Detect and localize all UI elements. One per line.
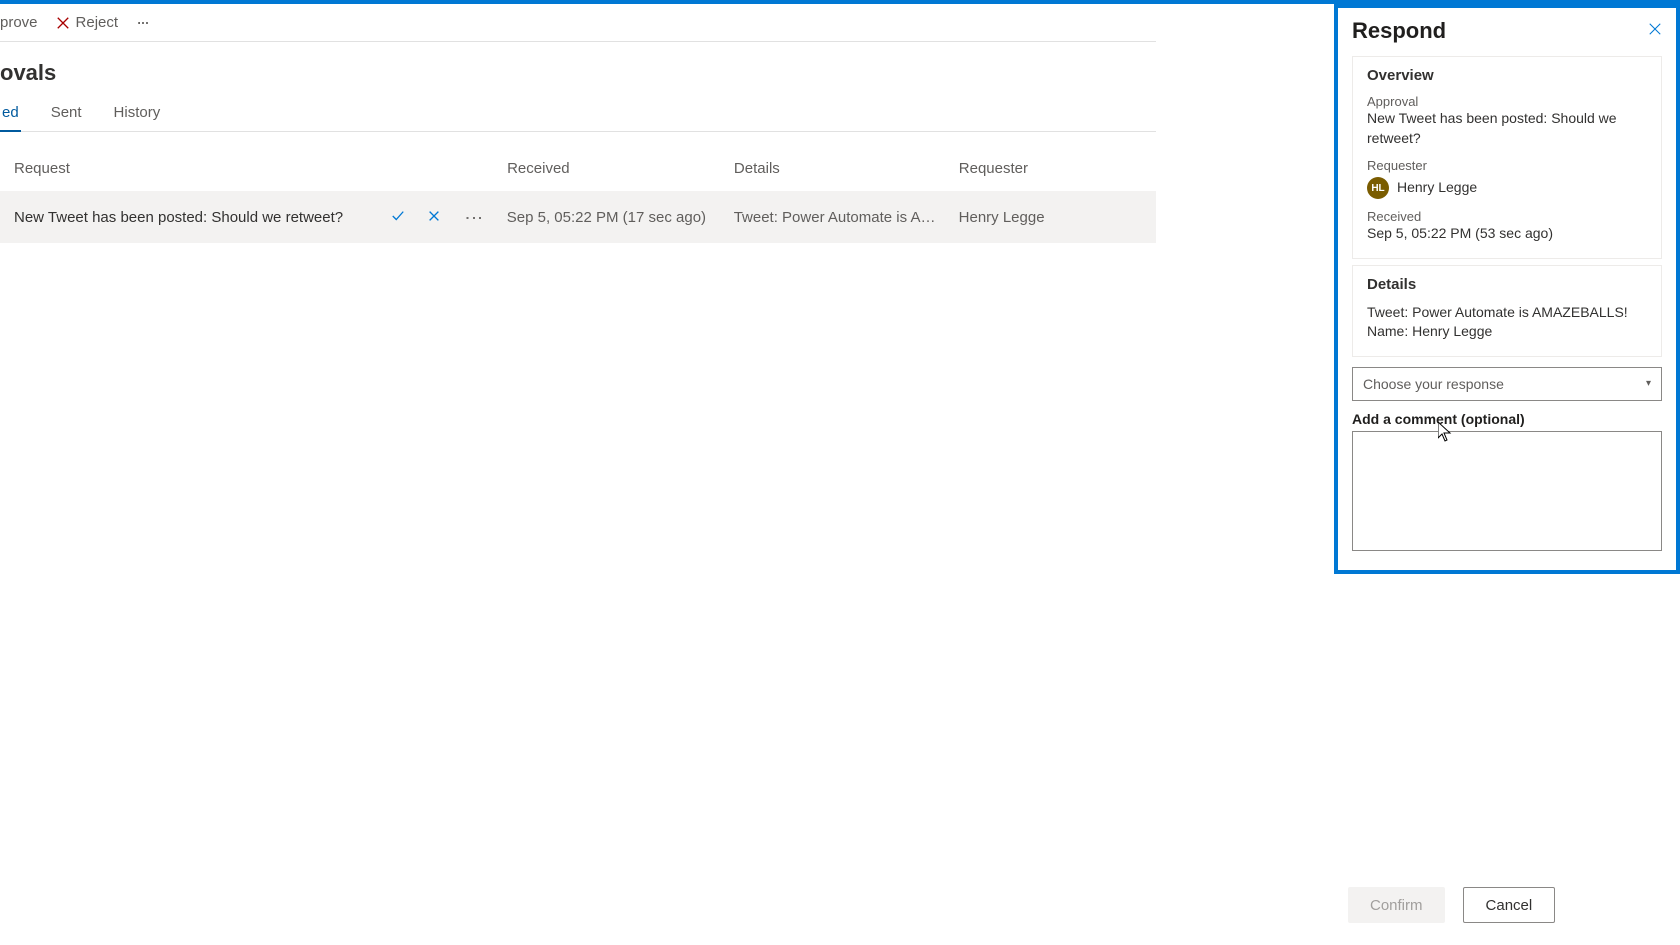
tab-sent[interactable]: Sent xyxy=(49,104,84,131)
chevron-down-icon: ▾ xyxy=(1646,378,1651,389)
response-placeholder: Choose your response xyxy=(1363,376,1504,392)
row-actions: ⋮ xyxy=(391,209,507,225)
approval-value: New Tweet has been posted: Should we ret… xyxy=(1367,109,1647,148)
confirm-button[interactable]: Confirm xyxy=(1348,887,1445,923)
check-icon[interactable] xyxy=(391,209,405,223)
more-icon: ··· xyxy=(136,12,148,33)
table-header: Request Received Details Requester xyxy=(0,132,1156,191)
more-actions-button[interactable]: ··· xyxy=(136,12,148,33)
approve-button[interactable]: prove xyxy=(0,14,38,31)
reject-button[interactable]: Reject xyxy=(56,14,119,31)
details-line2: Name: Henry Legge xyxy=(1367,322,1647,342)
x-icon[interactable] xyxy=(427,209,441,223)
tabs: ed Sent History xyxy=(0,104,1156,132)
avatar: HL xyxy=(1367,177,1389,199)
close-icon xyxy=(1648,22,1662,36)
close-icon xyxy=(56,16,70,30)
row-more-button[interactable]: ⋮ xyxy=(463,209,485,225)
panel-title: Respond xyxy=(1352,18,1446,44)
cell-request: New Tweet has been posted: Should we ret… xyxy=(0,209,507,226)
header-request: Request xyxy=(0,160,507,177)
header-requester: Requester xyxy=(959,160,1156,177)
cell-requester: Henry Legge xyxy=(959,209,1156,226)
details-card: Details Tweet: Power Automate is AMAZEBA… xyxy=(1352,265,1662,357)
requester-name: Henry Legge xyxy=(1397,178,1477,198)
toolbar: prove Reject ··· xyxy=(0,4,1156,42)
received-value: Sep 5, 05:22 PM (53 sec ago) xyxy=(1367,224,1647,244)
details-line1: Tweet: Power Automate is AMAZEBALLS! xyxy=(1367,303,1647,323)
overview-card: Overview Approval New Tweet has been pos… xyxy=(1352,56,1662,259)
header-received: Received xyxy=(507,160,734,177)
details-title: Details xyxy=(1367,276,1647,293)
respond-panel: Respond Overview Approval New Tweet has … xyxy=(1334,4,1680,945)
close-panel-button[interactable] xyxy=(1648,22,1662,41)
panel-footer: Confirm Cancel xyxy=(1334,871,1680,945)
request-text: New Tweet has been posted: Should we ret… xyxy=(0,209,391,226)
received-label: Received xyxy=(1367,209,1647,224)
response-dropdown[interactable]: Choose your response ▾ xyxy=(1352,367,1662,401)
page-title: ovals xyxy=(0,42,1156,86)
overview-title: Overview xyxy=(1367,67,1647,84)
approval-label: Approval xyxy=(1367,94,1647,109)
comment-input[interactable] xyxy=(1352,431,1662,551)
requester-row: HL Henry Legge xyxy=(1367,177,1647,199)
reject-label: Reject xyxy=(76,14,119,31)
cell-details: Tweet: Power Automate is AMAZEBA... xyxy=(734,209,959,226)
tab-received[interactable]: ed xyxy=(0,104,21,131)
requester-label: Requester xyxy=(1367,158,1647,173)
header-details: Details xyxy=(734,160,959,177)
table-row[interactable]: New Tweet has been posted: Should we ret… xyxy=(0,191,1156,243)
comment-label: Add a comment (optional) xyxy=(1352,411,1662,427)
cancel-button[interactable]: Cancel xyxy=(1463,887,1556,923)
approve-label: prove xyxy=(0,14,38,31)
cell-received: Sep 5, 05:22 PM (17 sec ago) xyxy=(507,209,734,226)
tab-history[interactable]: History xyxy=(112,104,163,131)
